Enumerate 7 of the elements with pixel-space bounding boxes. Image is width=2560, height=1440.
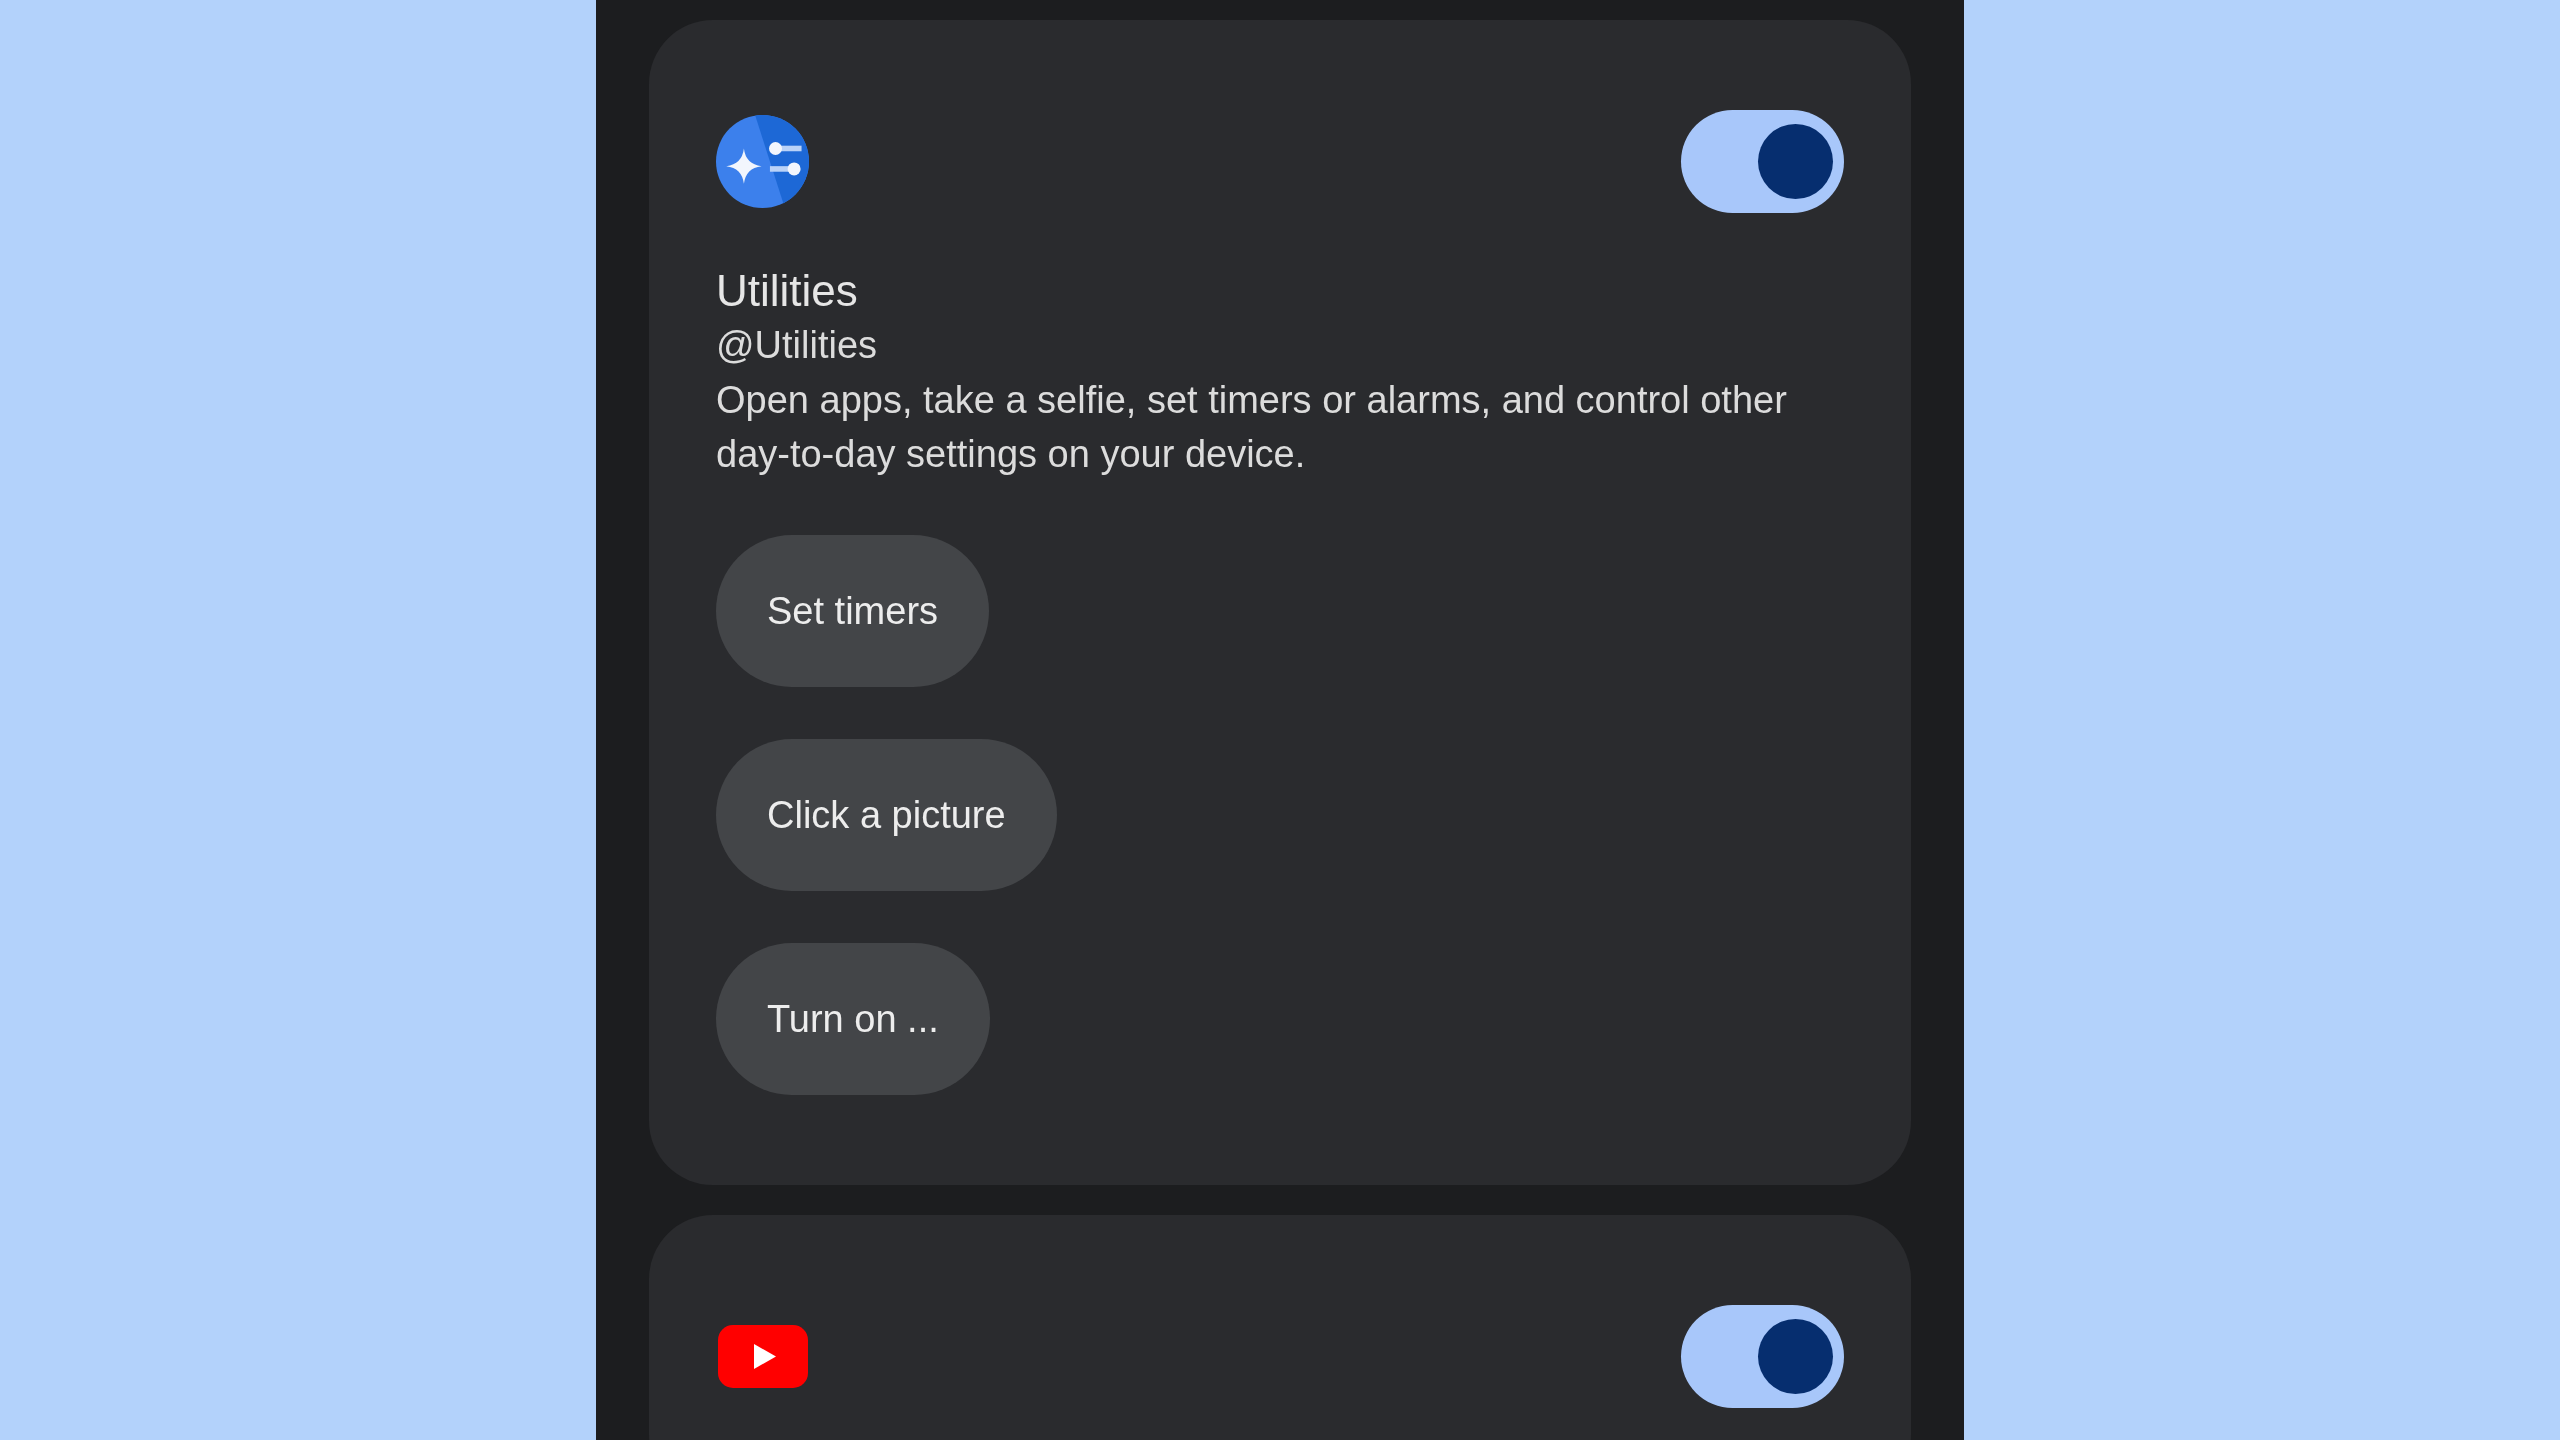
suggestion-chip[interactable]: Set timers xyxy=(716,535,990,687)
extension-title: Utilities xyxy=(716,265,859,317)
suggestion-chip[interactable]: Click a picture xyxy=(716,739,1057,891)
extension-handle: @Utilities xyxy=(716,323,879,368)
extension-description: Open apps, take a selfie, set timers or alarms, and control other day-to-day settings on your device. xyxy=(716,378,1788,477)
play-icon xyxy=(718,1325,808,1388)
suggestion-chip[interactable]: Turn on ... xyxy=(716,943,990,1095)
